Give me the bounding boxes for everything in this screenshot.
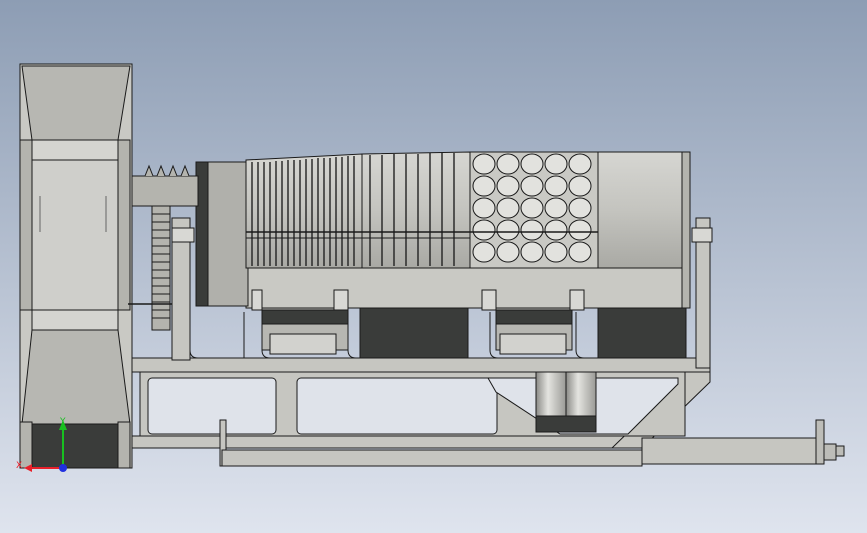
perforation-hole	[568, 153, 592, 175]
cad-viewport[interactable]: Y X	[0, 0, 867, 533]
drum-base	[245, 267, 691, 311]
axis-z-dot	[59, 464, 67, 472]
perforation-hole	[472, 241, 496, 263]
perforation-hole	[568, 241, 592, 263]
perforation-hole	[544, 175, 568, 197]
perforated-screen-drum	[469, 151, 599, 269]
perforation-hole	[520, 197, 544, 219]
axis-y-label: Y	[59, 417, 66, 427]
axis-x-label: X	[16, 461, 22, 471]
perforation-hole	[520, 219, 544, 241]
perforation-hole	[544, 241, 568, 263]
discharge-outlets	[535, 371, 597, 433]
perforation-hole	[496, 197, 520, 219]
perforation-hole	[496, 153, 520, 175]
perforation-hole	[520, 175, 544, 197]
perforation-hole	[496, 241, 520, 263]
perforation-hole	[544, 219, 568, 241]
perforation-hole	[472, 153, 496, 175]
perforation-hole	[544, 197, 568, 219]
perforation-hole	[472, 219, 496, 241]
perforation-hole	[568, 219, 592, 241]
perforation-hole	[520, 153, 544, 175]
perforation-hole	[472, 175, 496, 197]
perforation-hole	[568, 197, 592, 219]
perforation-hole	[520, 241, 544, 263]
perforation-hole	[472, 197, 496, 219]
slotted-screen-drum	[245, 151, 471, 269]
perforation-hole	[496, 219, 520, 241]
perforation-hole	[568, 175, 592, 197]
cad-drawing: Y X	[0, 0, 867, 533]
perforation-hole	[544, 153, 568, 175]
perforation-hole	[496, 175, 520, 197]
inlet-cylinder	[195, 161, 249, 307]
